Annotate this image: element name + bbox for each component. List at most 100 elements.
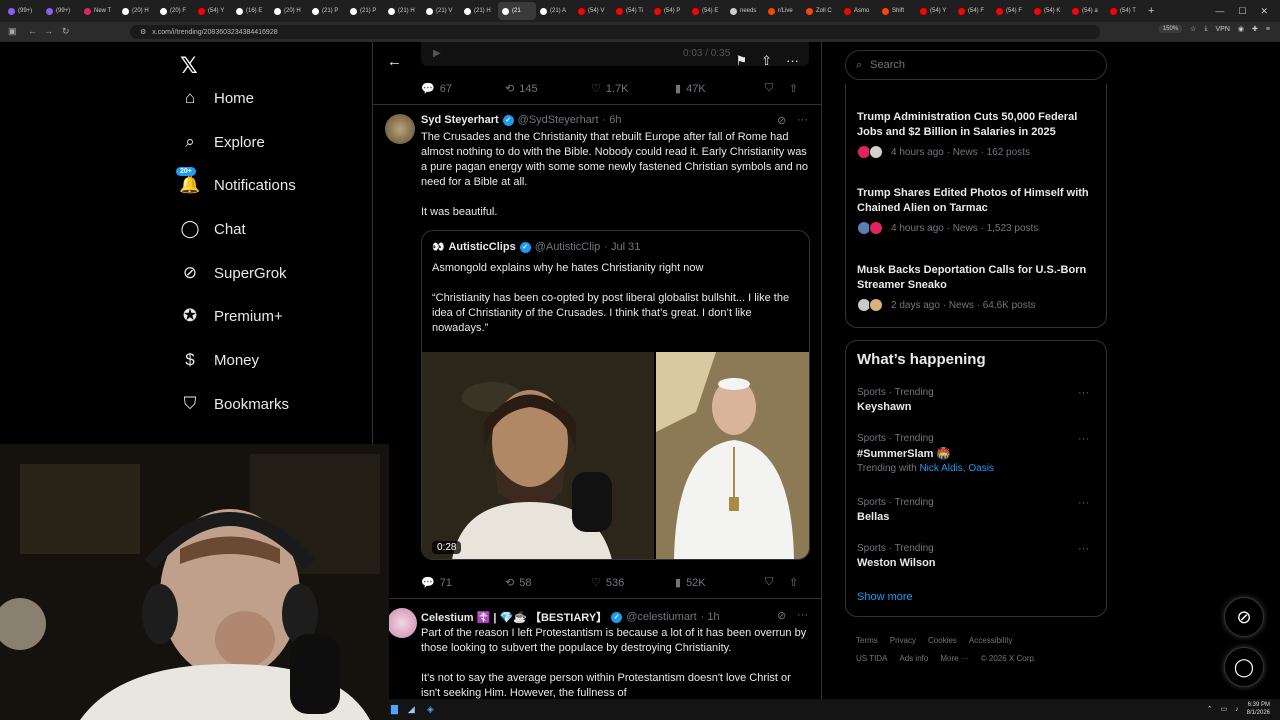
- browser-tab[interactable]: (20) H: [118, 2, 156, 20]
- nav-item-chat[interactable]: ◯ Chat: [180, 219, 245, 239]
- app-icon[interactable]: ◈: [427, 704, 434, 715]
- volume-icon[interactable]: ♪: [1235, 706, 1239, 713]
- sidebar-toggle-icon[interactable]: ▣: [8, 26, 17, 37]
- views-button[interactable]: ▮ 52K: [675, 576, 765, 590]
- nav-item-supergrok[interactable]: ⊘ SuperGrok: [180, 263, 287, 283]
- browser-tab[interactable]: (21) H: [460, 2, 498, 20]
- maximize-icon[interactable]: ☐: [1238, 6, 1246, 17]
- zoom-level[interactable]: 150%: [1158, 25, 1183, 33]
- play-icon[interactable]: ▶: [433, 48, 441, 59]
- nav-item-home[interactable]: ⌂ Home: [180, 88, 254, 108]
- close-icon[interactable]: ✕: [1260, 6, 1268, 17]
- trend-item[interactable]: Sports · Trending #SummerSlam 🏟️ Trending …: [857, 433, 1097, 474]
- browser-tab[interactable]: (54) F: [954, 2, 992, 20]
- share-icon[interactable]: ⇧: [761, 53, 772, 69]
- star-icon[interactable]: ☆: [1190, 25, 1196, 33]
- nav-item-notifications[interactable]: 🔔 20+ Notifications: [176, 167, 296, 195]
- menu-icon[interactable]: ≡: [1266, 26, 1270, 33]
- share-button[interactable]: ⇧: [789, 576, 798, 589]
- share-button[interactable]: ⇧: [789, 82, 798, 95]
- video-thumbnail[interactable]: 0:28: [422, 352, 654, 559]
- trend-more-icon[interactable]: ···: [1078, 543, 1089, 555]
- quoted-post[interactable]: 👀 AutisticClips ✓ @AutisticClip · Jul 31…: [421, 230, 810, 560]
- browser-tab[interactable]: (54) F: [992, 2, 1030, 20]
- footer-link[interactable]: Accessibility: [969, 636, 1013, 645]
- x-logo-icon[interactable]: 𝕏: [180, 54, 198, 79]
- footer-link[interactable]: Cookies: [928, 636, 957, 645]
- footer-link[interactable]: Ads info: [899, 654, 928, 663]
- new-tab-button[interactable]: +: [1144, 2, 1182, 20]
- site-info-icon[interactable]: ⚙: [140, 28, 146, 36]
- browser-tab[interactable]: Zoll C: [802, 2, 840, 20]
- clock[interactable]: 6:39 PM 8/1/2026: [1247, 701, 1270, 717]
- news-item[interactable]: Musk Backs Deportation Calls for U.S.-Bo…: [857, 263, 1102, 312]
- views-button[interactable]: ▮ 47K: [675, 82, 765, 96]
- post-time[interactable]: · 6h: [603, 114, 622, 126]
- image-thumbnail[interactable]: [656, 352, 809, 559]
- avatar[interactable]: [385, 114, 415, 144]
- footer-link[interactable]: More ···: [940, 654, 968, 663]
- flag-icon[interactable]: ⚑: [735, 53, 747, 69]
- browser-tab[interactable]: r/Live: [764, 2, 802, 20]
- browser-tab[interactable]: (54) T: [1106, 2, 1144, 20]
- bookmark-button[interactable]: ⛉: [765, 576, 789, 589]
- browser-tab[interactable]: (54) Ti: [612, 2, 650, 20]
- nav-item-explore[interactable]: ⌕ Explore: [180, 132, 265, 152]
- browser-tab[interactable]: (54) K: [1030, 2, 1068, 20]
- browser-tab[interactable]: (54) V: [574, 2, 612, 20]
- more-icon[interactable]: ···: [797, 609, 808, 621]
- browser-tab[interactable]: needs: [726, 2, 764, 20]
- more-icon[interactable]: ···: [797, 114, 808, 126]
- grok-icon[interactable]: ⊘: [777, 114, 786, 127]
- browser-tab[interactable]: (54) a: [1068, 2, 1106, 20]
- browser-tab[interactable]: (54) Y: [194, 2, 232, 20]
- author-name[interactable]: Syd Steyerhart: [421, 114, 499, 126]
- forward-icon[interactable]: →: [44, 26, 53, 36]
- browser-tab[interactable]: (20) H: [270, 2, 308, 20]
- repost-button[interactable]: ⟲ 145: [505, 82, 591, 96]
- browser-tab[interactable]: (20) F: [156, 2, 194, 20]
- reply-button[interactable]: 💬 71: [421, 576, 505, 590]
- reload-icon[interactable]: ↻: [62, 26, 70, 37]
- footer-link[interactable]: US TIDA: [856, 654, 887, 663]
- news-item[interactable]: Trump Administration Cuts 50,000 Federal…: [857, 110, 1102, 159]
- browser-tab[interactable]: (99+): [42, 2, 80, 20]
- browser-tab[interactable]: Asmo: [840, 2, 878, 20]
- nav-item-premium-[interactable]: ✪ Premium+: [180, 306, 283, 326]
- file-explorer-icon[interactable]: ▇: [391, 704, 398, 715]
- trend-item[interactable]: Sports · Trending Weston Wilson ···: [857, 543, 1097, 569]
- more-icon[interactable]: ···: [786, 53, 799, 69]
- grok-icon[interactable]: ⊘: [777, 609, 786, 622]
- trend-item[interactable]: Sports · Trending Bellas ···: [857, 497, 1097, 523]
- browser-tab[interactable]: New T: [80, 2, 118, 20]
- repost-button[interactable]: ⟲ 58: [505, 576, 591, 590]
- profile-icon[interactable]: ◉: [1238, 25, 1244, 33]
- browser-tab[interactable]: (16) E: [232, 2, 270, 20]
- news-item[interactable]: Trump Shares Edited Photos of Himself wi…: [857, 186, 1102, 235]
- browser-tab[interactable]: Shift: [878, 2, 916, 20]
- author-handle[interactable]: @SydSteyerhart: [518, 114, 599, 126]
- footer-link[interactable]: Privacy: [890, 636, 916, 645]
- back-arrow-icon[interactable]: ←: [387, 53, 402, 70]
- bookmark-button[interactable]: ⛉: [765, 82, 789, 95]
- browser-tab[interactable]: (54) E: [688, 2, 726, 20]
- minimize-icon[interactable]: —: [1215, 6, 1224, 16]
- show-more-link[interactable]: Show more: [857, 591, 913, 603]
- footer-link[interactable]: © 2026 X Corp.: [981, 654, 1036, 663]
- vpn-badge[interactable]: VPN: [1216, 26, 1230, 33]
- trend-item[interactable]: Sports · Trending Keyshawn ···: [857, 387, 1097, 413]
- chat-fab-button[interactable]: ◯: [1224, 647, 1264, 687]
- browser-tab[interactable]: (21) A: [536, 2, 574, 20]
- author-handle[interactable]: @celestiumart: [626, 611, 696, 623]
- browser-tab[interactable]: (21: [498, 2, 536, 20]
- browser-tab[interactable]: (21) H: [384, 2, 422, 20]
- trend-more-icon[interactable]: ···: [1078, 387, 1089, 399]
- extensions-icon[interactable]: ✚: [1252, 25, 1258, 33]
- download-icon[interactable]: ⤓: [1204, 25, 1207, 33]
- browser-tab[interactable]: (21) P: [346, 2, 384, 20]
- trend-more-icon[interactable]: ···: [1078, 497, 1089, 509]
- browser-tab[interactable]: (21) P: [308, 2, 346, 20]
- search-input[interactable]: ⌕ Search: [845, 50, 1107, 80]
- network-icon[interactable]: ▭: [1221, 705, 1228, 713]
- nav-item-money[interactable]: $ Money: [180, 350, 259, 370]
